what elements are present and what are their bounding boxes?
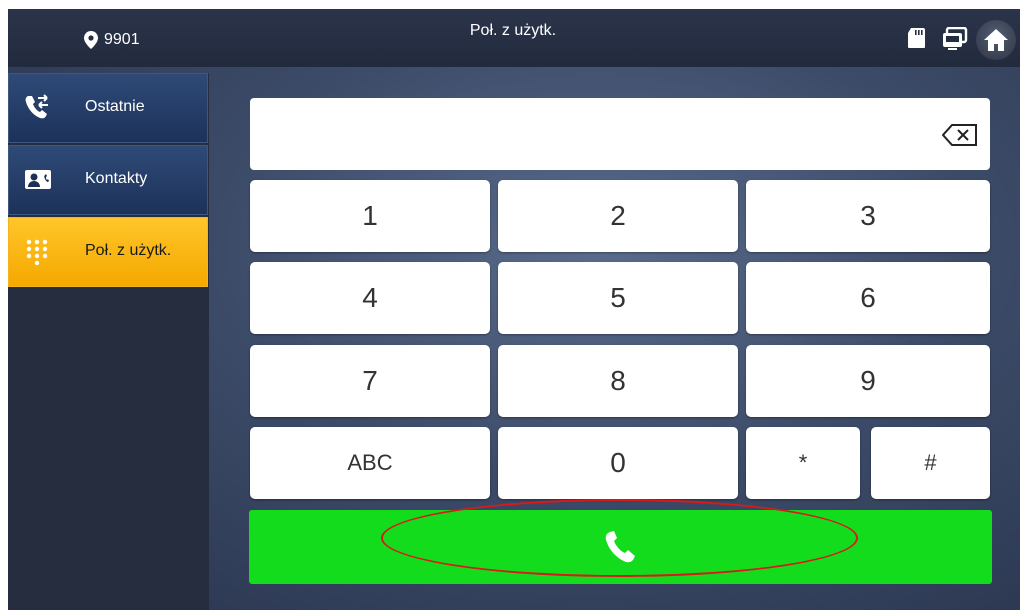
home-button[interactable] xyxy=(976,20,1016,60)
sidebar-item-recent[interactable]: Ostatnie xyxy=(8,73,208,143)
sd-card-icon[interactable] xyxy=(906,27,928,49)
key-5[interactable]: 5 xyxy=(498,262,738,334)
recent-calls-icon xyxy=(25,94,48,119)
key-0[interactable]: 0 xyxy=(498,427,738,499)
location-indicator: 9901 xyxy=(84,31,140,49)
key-star[interactable]: * xyxy=(746,427,860,499)
key-4[interactable]: 4 xyxy=(250,262,490,334)
top-bar: 9901 Poł. z użytk. xyxy=(8,9,1020,67)
sidebar-item-label: Kontakty xyxy=(85,170,148,187)
sidebar-item-label: Ostatnie xyxy=(85,98,145,115)
call-button[interactable] xyxy=(249,510,992,584)
key-8[interactable]: 8 xyxy=(498,345,738,417)
sidebar: Ostatnie Kontakty Poł. z użytk. xyxy=(8,73,209,610)
sidebar-item-label: Poł. z użytk. xyxy=(85,242,172,259)
dialpad-icon xyxy=(26,239,48,266)
key-3[interactable]: 3 xyxy=(746,180,990,252)
key-9[interactable]: 9 xyxy=(746,345,990,417)
key-1[interactable]: 1 xyxy=(250,180,490,252)
backspace-icon[interactable] xyxy=(942,124,978,146)
key-abc[interactable]: ABC xyxy=(250,427,490,499)
sidebar-item-user-call[interactable]: Poł. z użytk. xyxy=(8,217,208,287)
home-icon xyxy=(984,29,1008,51)
key-6[interactable]: 6 xyxy=(746,262,990,334)
sidebar-item-contacts[interactable]: Kontakty xyxy=(8,145,208,215)
monitor-icon[interactable] xyxy=(942,27,968,51)
location-text: 9901 xyxy=(104,31,140,48)
contacts-icon xyxy=(25,170,51,189)
intercom-screen: 9901 Poł. z użytk. Ostatnie Kontakty Poł… xyxy=(8,9,1020,610)
page-title: Poł. z użytk. xyxy=(469,22,557,39)
key-2[interactable]: 2 xyxy=(498,180,738,252)
location-pin-icon xyxy=(84,31,98,49)
phone-handset-icon xyxy=(605,531,635,563)
key-hash[interactable]: # xyxy=(871,427,990,499)
number-display[interactable] xyxy=(250,98,990,170)
key-7[interactable]: 7 xyxy=(250,345,490,417)
